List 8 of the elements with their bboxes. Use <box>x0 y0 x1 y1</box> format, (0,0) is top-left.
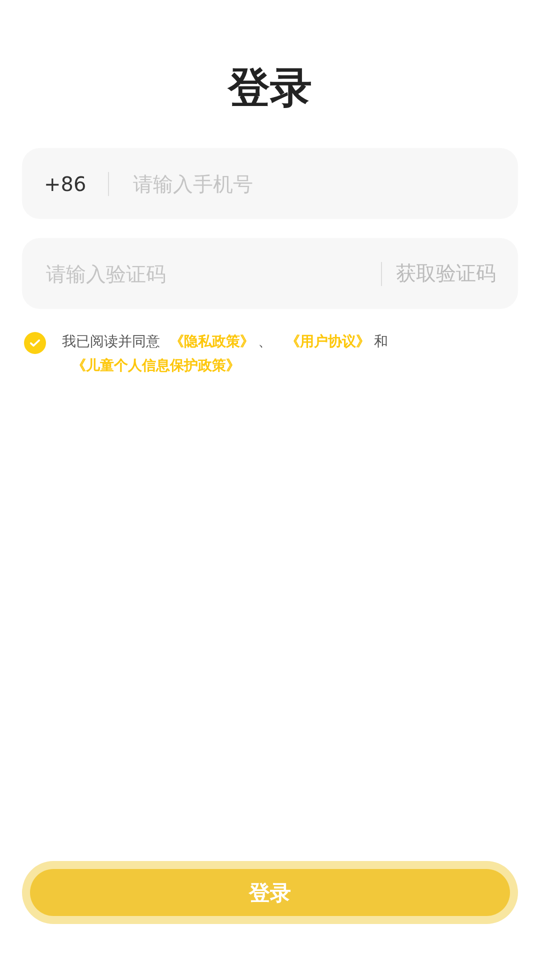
get-code-button[interactable]: 获取验证码 <box>396 260 496 287</box>
agree-checkbox[interactable] <box>24 332 46 354</box>
page-title: 登录 <box>226 62 313 114</box>
policy-link[interactable]: 《用户协议》 <box>286 334 370 350</box>
policy-link[interactable]: 《隐私政策》 <box>170 334 254 350</box>
country-code[interactable]: +86 <box>44 172 86 196</box>
agreement-text: 我已阅读并同意 《隐私政策》 、 《用户协议》 和 《儿童个人信息保护政策》 <box>62 332 389 376</box>
policy-link[interactable]: 《儿童个人信息保护政策》 <box>72 358 240 374</box>
